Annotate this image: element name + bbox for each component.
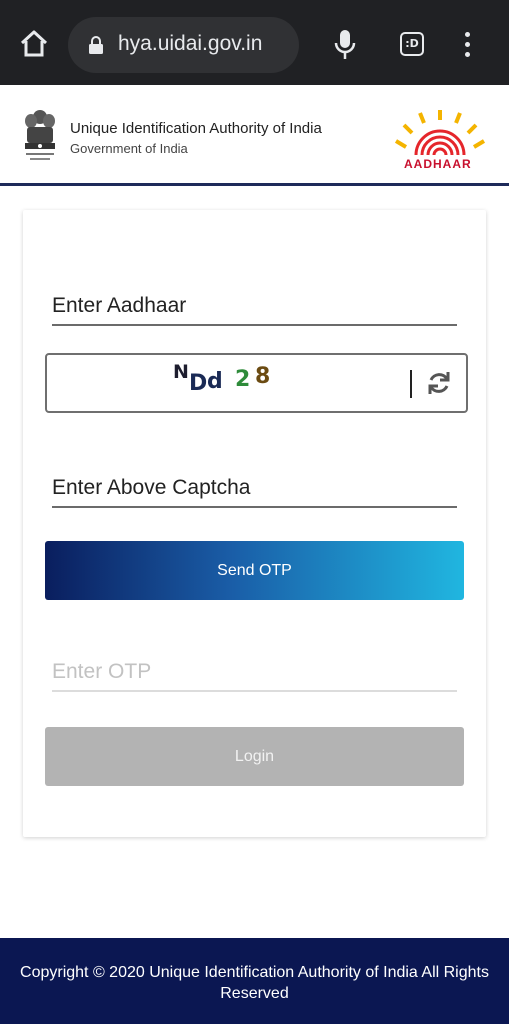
login-button[interactable]: Login	[45, 727, 464, 786]
send-otp-button[interactable]: Send OTP	[45, 541, 464, 600]
aadhaar-logo-text: AADHAAR	[404, 157, 472, 171]
national-emblem-icon	[22, 107, 58, 165]
captcha-char: 8	[255, 364, 271, 389]
captcha-image: N D d 2 8	[173, 361, 283, 403]
captcha-char: d	[207, 369, 223, 394]
captcha-char: D	[189, 371, 208, 396]
aadhaar-underline	[52, 324, 457, 326]
aadhaar-input[interactable]: Enter Aadhaar	[52, 294, 457, 318]
footer: Copyright © 2020 Unique Identification A…	[0, 938, 509, 1024]
captcha-field[interactable]: Enter Above Captcha	[52, 476, 457, 508]
site-header: Unique Identification Authority of India…	[0, 85, 509, 186]
url-text: hya.uidai.gov.in	[118, 32, 263, 55]
address-bar[interactable]: hya.uidai.gov.in	[68, 17, 299, 73]
otp-input[interactable]: Enter OTP	[52, 660, 457, 684]
lock-icon	[88, 35, 104, 55]
mic-icon[interactable]	[333, 28, 357, 62]
captcha-underline	[52, 506, 457, 508]
tabs-icon[interactable]: :D	[400, 32, 424, 56]
copyright-text: Copyright © 2020 Unique Identification A…	[20, 964, 489, 1002]
captcha-divider	[410, 370, 412, 398]
captcha-char: N	[173, 361, 189, 383]
org-subtitle: Government of India	[70, 141, 188, 156]
menu-icon[interactable]	[464, 32, 472, 58]
login-card: Enter Aadhaar N D d 2 8 Enter Above Capt…	[23, 210, 486, 837]
aadhaar-field[interactable]: Enter Aadhaar	[52, 294, 457, 326]
otp-field[interactable]: Enter OTP	[52, 660, 457, 692]
org-name: Unique Identification Authority of India	[70, 120, 322, 137]
otp-underline	[52, 690, 457, 692]
captcha-box: N D d 2 8	[45, 353, 468, 413]
home-icon[interactable]	[18, 28, 50, 60]
captcha-char: 2	[235, 367, 251, 392]
captcha-input[interactable]: Enter Above Captcha	[52, 476, 457, 500]
browser-toolbar: hya.uidai.gov.in :D	[0, 0, 509, 85]
refresh-captcha-icon[interactable]	[426, 369, 452, 397]
